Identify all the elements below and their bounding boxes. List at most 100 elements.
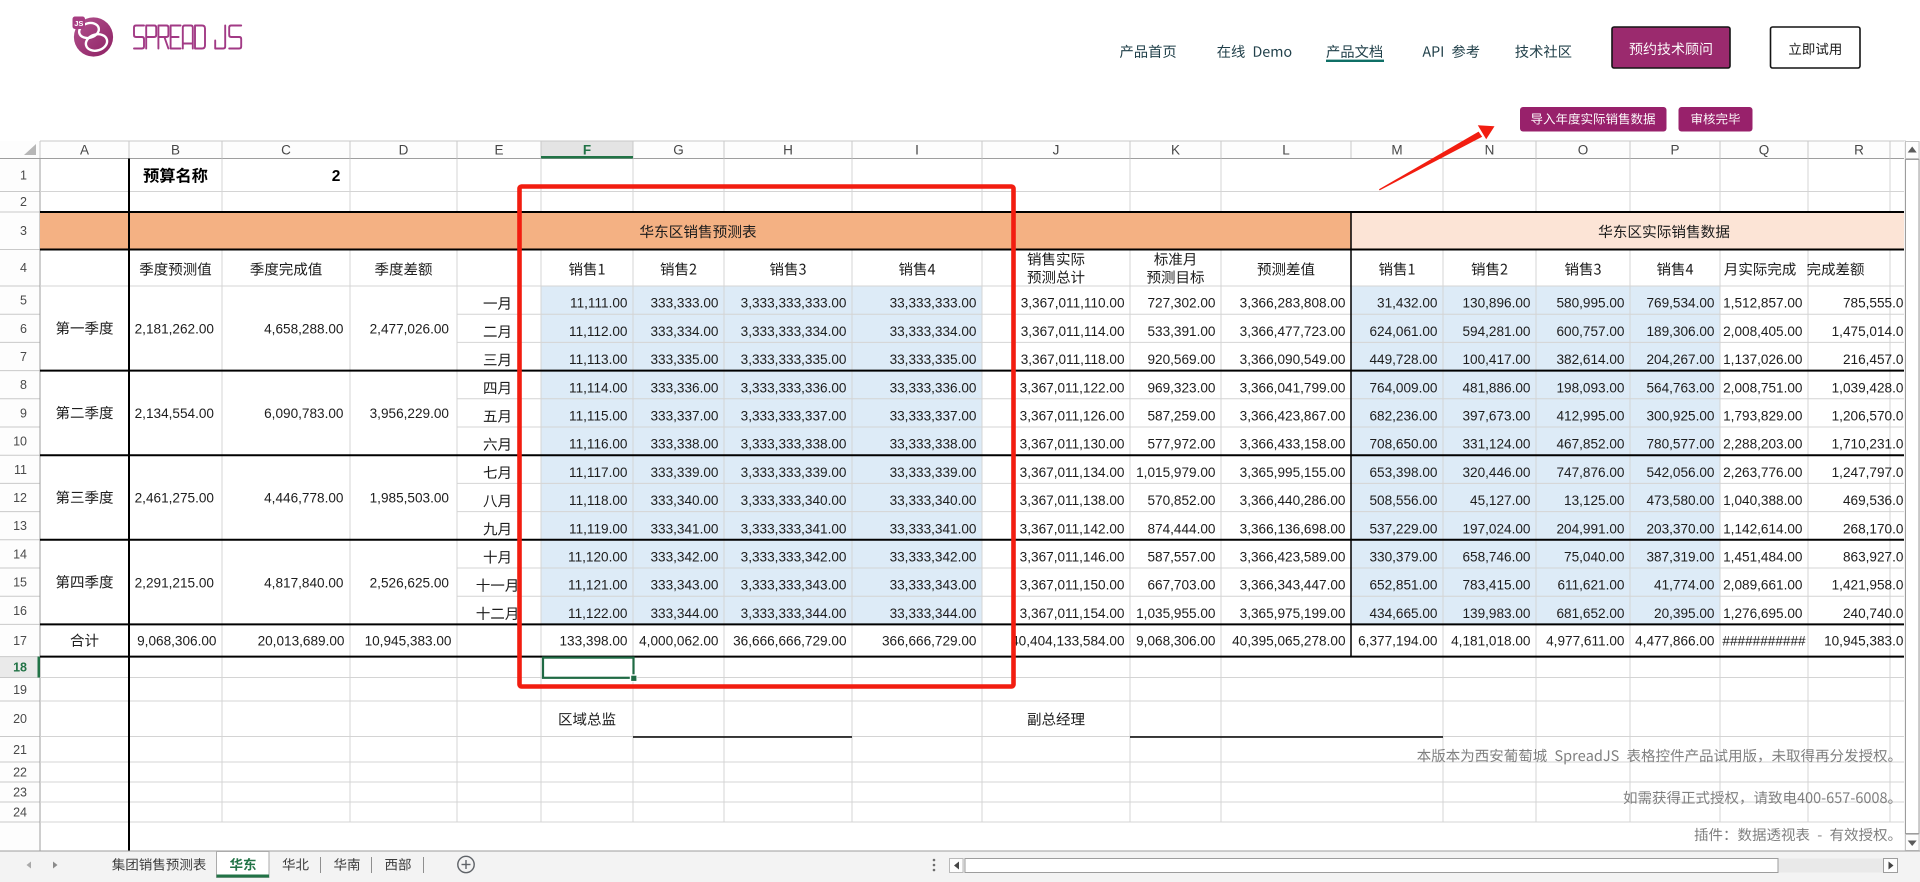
svg-text:20,395.00: 20,395.00 (1654, 606, 1715, 621)
svg-text:J: J (1053, 143, 1060, 158)
svg-text:624,061.00: 624,061.00 (1369, 324, 1437, 339)
svg-text:2: 2 (332, 168, 341, 185)
svg-text:10,945,383.00: 10,945,383.00 (1824, 634, 1911, 649)
svg-text:3,333,333,342.00: 3,333,333,342.00 (741, 550, 847, 565)
svg-text:31,432.00: 31,432.00 (1377, 296, 1438, 311)
svg-text:434,665.00: 434,665.00 (1369, 606, 1437, 621)
svg-text:41,774.00: 41,774.00 (1654, 578, 1715, 593)
svg-text:3,367,011,154.00: 3,367,011,154.00 (1020, 606, 1125, 621)
svg-text:M: M (1391, 143, 1402, 158)
svg-text:3,365,975,199.00: 3,365,975,199.00 (1240, 606, 1346, 621)
svg-text:33,333,342.00: 33,333,342.00 (890, 550, 977, 565)
svg-text:33,333,337.00: 33,333,337.00 (890, 409, 977, 424)
svg-text:11,121.00: 11,121.00 (568, 578, 628, 593)
svg-text:133,398.00: 133,398.00 (559, 634, 627, 649)
svg-text:11,113.00: 11,113.00 (569, 352, 628, 367)
svg-text:863,927.00: 863,927.00 (1843, 550, 1911, 565)
svg-text:3,366,343,447.00: 3,366,343,447.00 (1240, 578, 1346, 593)
svg-text:D: D (399, 143, 409, 158)
svg-text:3,367,011,122.00: 3,367,011,122.00 (1020, 380, 1125, 395)
svg-text:10,945,383.00: 10,945,383.00 (365, 634, 452, 649)
svg-text:600,757.00: 600,757.00 (1556, 324, 1624, 339)
svg-text:13: 13 (13, 519, 27, 533)
svg-text:537,229.00: 537,229.00 (1369, 521, 1437, 536)
svg-text:747,876.00: 747,876.00 (1556, 465, 1624, 480)
svg-text:12: 12 (13, 491, 27, 505)
svg-text:75,040.00: 75,040.00 (1564, 550, 1625, 565)
svg-text:3,333,333,336.00: 3,333,333,336.00 (741, 380, 847, 395)
svg-text:920,569.00: 920,569.00 (1147, 352, 1215, 367)
svg-text:2: 2 (20, 195, 27, 209)
svg-text:9,068,306.00: 9,068,306.00 (137, 634, 217, 649)
svg-text:1,421,958.00: 1,421,958.00 (1832, 578, 1912, 593)
svg-text:1,142,614.00: 1,142,614.00 (1723, 521, 1803, 536)
svg-text:1,276,695.00: 1,276,695.00 (1723, 606, 1803, 621)
svg-text:6,090,783.00: 6,090,783.00 (264, 406, 344, 421)
svg-text:11,115.00: 11,115.00 (569, 409, 628, 424)
svg-text:11,116.00: 11,116.00 (569, 437, 628, 452)
svg-text:682,236.00: 682,236.00 (1369, 409, 1437, 424)
svg-text:E: E (494, 143, 503, 158)
svg-text:33,333,340.00: 33,333,340.00 (890, 493, 977, 508)
svg-text:33,333,334.00: 33,333,334.00 (890, 324, 977, 339)
svg-text:204,991.00: 204,991.00 (1556, 521, 1624, 536)
svg-text:3,333,333,337.00: 3,333,333,337.00 (741, 409, 847, 424)
svg-text:330,379.00: 330,379.00 (1369, 550, 1437, 565)
svg-text:20: 20 (13, 712, 27, 726)
svg-text:33,333,344.00: 33,333,344.00 (890, 606, 977, 621)
svg-text:1,039,428.00: 1,039,428.00 (1832, 380, 1912, 395)
svg-text:333,335.00: 333,335.00 (650, 352, 718, 367)
svg-text:1,985,503.00: 1,985,503.00 (370, 491, 450, 506)
svg-text:10: 10 (13, 435, 27, 449)
svg-text:N: N (1485, 143, 1495, 158)
svg-text:727,302.00: 727,302.00 (1147, 296, 1215, 311)
svg-text:1,137,026.00: 1,137,026.00 (1723, 352, 1803, 367)
svg-text:1: 1 (20, 169, 27, 183)
svg-text:2,288,203.00: 2,288,203.00 (1723, 437, 1803, 452)
svg-text:11,111.00: 11,111.00 (570, 296, 628, 311)
svg-text:3,333,333,333.00: 3,333,333,333.00 (741, 296, 847, 311)
svg-text:2,134,554.00: 2,134,554.00 (135, 406, 215, 421)
svg-text:3,367,011,114.00: 3,367,011,114.00 (1021, 324, 1125, 339)
svg-text:A: A (80, 143, 89, 158)
svg-text:100,417.00: 100,417.00 (1462, 352, 1530, 367)
svg-text:564,763.00: 564,763.00 (1646, 380, 1714, 395)
svg-text:40,404,133,584.00: 40,404,133,584.00 (1011, 634, 1125, 649)
svg-text:653,398.00: 653,398.00 (1369, 465, 1437, 480)
svg-text:40,395,065,278.00: 40,395,065,278.00 (1232, 634, 1346, 649)
svg-text:45,127.00: 45,127.00 (1470, 493, 1531, 508)
svg-text:587,557.00: 587,557.00 (1147, 550, 1215, 565)
svg-text:3,333,333,335.00: 3,333,333,335.00 (741, 352, 847, 367)
svg-text:L: L (1282, 143, 1290, 158)
svg-text:1,206,570.00: 1,206,570.00 (1832, 409, 1912, 424)
svg-text:3,367,011,118.00: 3,367,011,118.00 (1021, 352, 1125, 367)
svg-text:204,267.00: 204,267.00 (1646, 352, 1714, 367)
svg-text:1,793,829.00: 1,793,829.00 (1723, 409, 1803, 424)
svg-text:13,125.00: 13,125.00 (1564, 493, 1625, 508)
svg-text:8: 8 (20, 378, 27, 392)
svg-text:130,896.00: 130,896.00 (1462, 296, 1530, 311)
svg-text:1,451,484.00: 1,451,484.00 (1723, 550, 1803, 565)
svg-text:2,181,262.00: 2,181,262.00 (135, 322, 215, 337)
svg-text:681,652.00: 681,652.00 (1556, 606, 1624, 621)
svg-text:769,534.00: 769,534.00 (1646, 296, 1714, 311)
svg-text:969,323.00: 969,323.00 (1147, 380, 1215, 395)
svg-text:333,343.00: 333,343.00 (650, 578, 718, 593)
svg-text:6: 6 (20, 322, 27, 336)
svg-text:11,117.00: 11,117.00 (569, 465, 628, 480)
svg-text:3,366,041,799.00: 3,366,041,799.00 (1240, 380, 1346, 395)
svg-text:320,446.00: 320,446.00 (1462, 465, 1530, 480)
svg-text:21: 21 (13, 743, 27, 757)
svg-text:JS: JS (74, 19, 83, 28)
svg-text:198,093.00: 198,093.00 (1556, 380, 1624, 395)
svg-text:1,247,797.00: 1,247,797.00 (1832, 465, 1912, 480)
svg-text:9: 9 (20, 406, 27, 420)
svg-text:3,365,995,155.00: 3,365,995,155.00 (1240, 465, 1346, 480)
svg-text:3: 3 (20, 224, 27, 238)
svg-text:874,444.00: 874,444.00 (1147, 521, 1215, 536)
svg-text:611,621.00: 611,621.00 (1557, 578, 1624, 593)
svg-text:1,040,388.00: 1,040,388.00 (1723, 493, 1803, 508)
svg-text:2,291,215.00: 2,291,215.00 (135, 575, 215, 590)
svg-text:4,817,840.00: 4,817,840.00 (264, 575, 344, 590)
svg-text:33,333,336.00: 33,333,336.00 (890, 380, 977, 395)
